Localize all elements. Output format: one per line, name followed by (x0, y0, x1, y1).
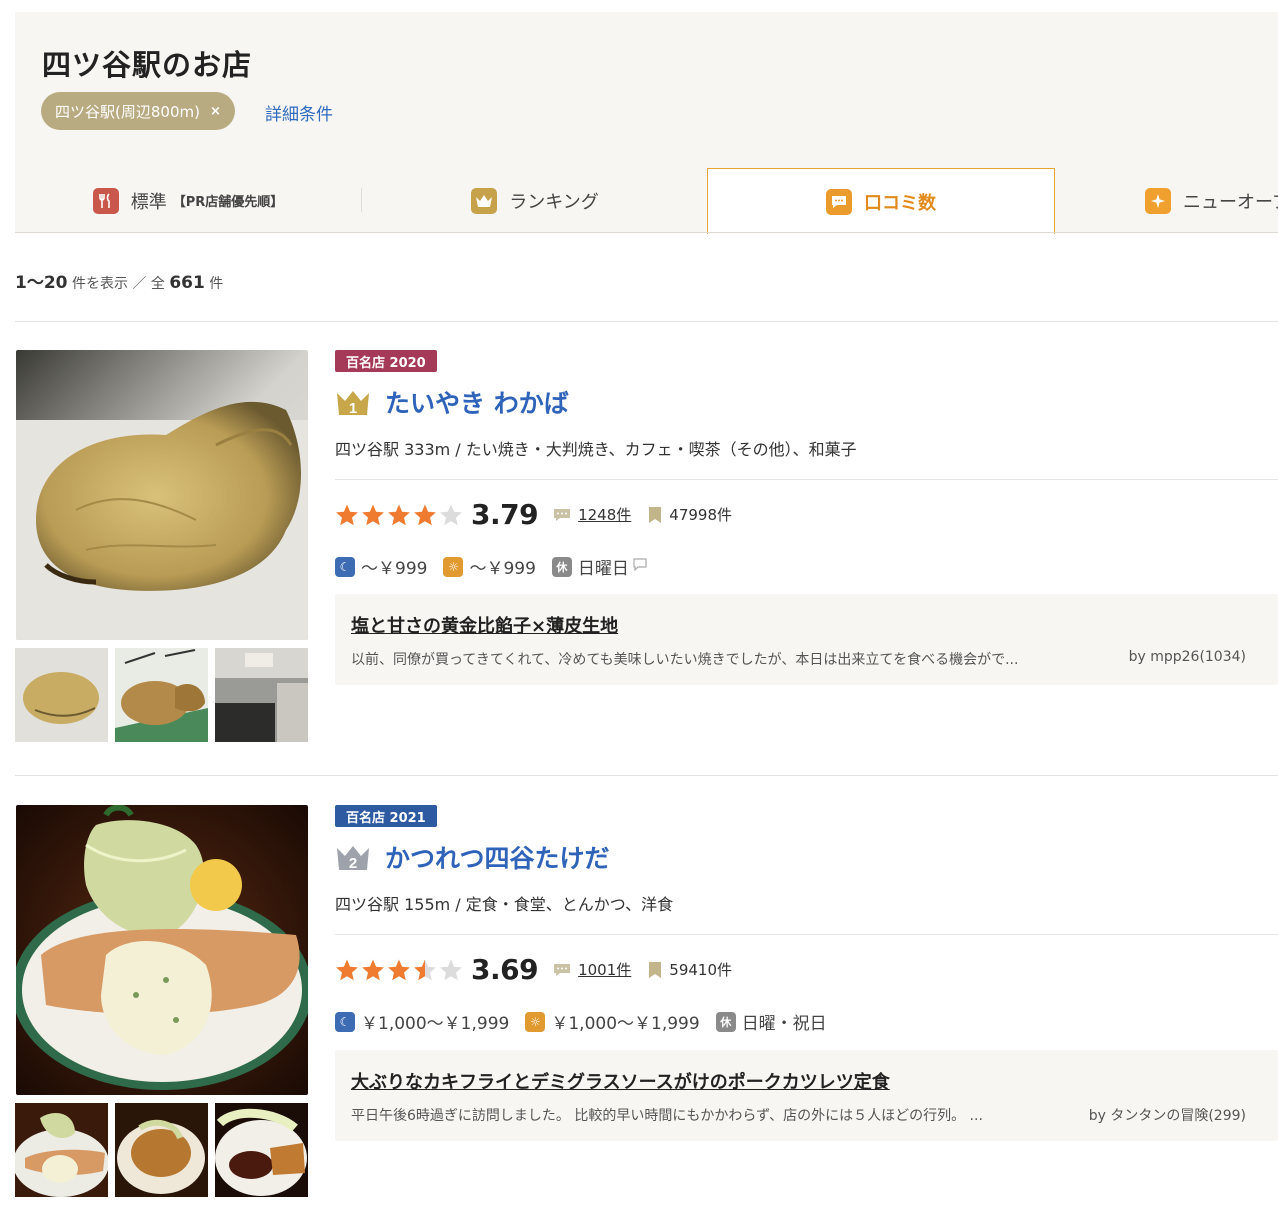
result-range: 1〜20 (15, 273, 68, 293)
result-count: 1〜20 件を表示 ／ 全 661 件 (15, 268, 223, 293)
rank-and-name: 1 たいやき わかば (335, 384, 569, 420)
restaurant-thumbnail[interactable] (215, 648, 308, 742)
star-icon (336, 504, 358, 525)
dinner-price: 〜￥999 (361, 559, 428, 579)
search-header: 四ツ谷駅のお店 四ツ谷駅(周辺800m) × 詳細条件 標準 【PR店舗優先順】… (15, 12, 1278, 234)
star-icon (362, 959, 384, 980)
review-author: by mpp26(1034) (1128, 649, 1246, 665)
store-name-link[interactable]: たいやき わかば (385, 384, 569, 420)
restaurant-main-photo[interactable] (16, 350, 308, 640)
tab-ranking[interactable]: ランキング (362, 168, 708, 233)
store-name-link[interactable]: かつれつ四谷たけだ (385, 839, 610, 875)
divider (15, 232, 1278, 233)
result-range-suffix: 件を表示 ／ 全 (71, 276, 165, 292)
tab-ranking-label: ランキング (509, 191, 599, 213)
tab-new-open[interactable]: ニューオープン (1055, 168, 1278, 233)
review-snippet-box[interactable]: 塩と甘さの黄金比餡子×薄皮生地 以前、同僚が買ってきてくれて、冷めても美味しいた… (335, 594, 1278, 685)
restaurant-thumbnail[interactable] (215, 1103, 308, 1197)
divider (15, 321, 1278, 322)
restaurant-thumbnail[interactable] (115, 648, 208, 742)
price-row: ☾ 〜￥999 ☼ 〜￥999 休 日曜日 (335, 554, 647, 579)
rank-and-name: 2 かつれつ四谷たけだ (335, 839, 610, 875)
review-snippet: 平日午後6時過ぎに訪問しました。 比較的早い時間にもかかわらず、店の外には５人ほ… (351, 1108, 983, 1124)
fork-knife-icon (92, 187, 119, 214)
rating-row: 3.69 1001件 59410件 (335, 953, 732, 986)
review-count-link[interactable]: 1248件 (578, 504, 631, 525)
rank-number: 1 (349, 400, 357, 417)
crown-icon (471, 187, 498, 214)
bookmark-icon (649, 506, 662, 523)
restaurant-listing: 百名店 2020 1 たいやき わかば 四ツ谷駅 333m / たい焼き・大判焼… (15, 350, 1278, 750)
star-icon (336, 959, 358, 980)
star-icon (388, 504, 410, 525)
area-genre: 四ツ谷駅 333m / たい焼き・大判焼き、カフェ・喫茶（その他）、和菓子 (335, 440, 857, 459)
price-row: ☾ ￥1,000〜￥1,999 ☼ ￥1,000〜￥1,999 休 日曜・祝日 (335, 1009, 827, 1034)
restaurant-thumbnail[interactable] (115, 1103, 208, 1197)
tab-new-open-label: ニューオープン (1183, 191, 1278, 213)
star-icon (440, 959, 462, 980)
sun-icon: ☼ (443, 556, 464, 577)
filter-chip-station[interactable]: 四ツ谷駅(周辺800m) × (41, 92, 235, 130)
divider (335, 934, 1278, 935)
moon-icon: ☾ (335, 556, 355, 577)
review-title[interactable]: 塩と甘さの黄金比餡子×薄皮生地 (351, 612, 618, 638)
tab-standard-label: 標準 (130, 191, 167, 213)
sparkle-icon (1145, 187, 1171, 214)
divider (335, 479, 1278, 480)
review-snippet-box[interactable]: 大ぶりなカキフライとデミグラスソースがけのポークカツレツ定食 平日午後6時過ぎに… (335, 1050, 1278, 1141)
review-snippet: 以前、同僚が買ってきてくれて、冷めても美味しいたい焼きでしたが、本日は出来立てを… (351, 652, 1019, 668)
star-icon (414, 504, 436, 525)
star-icon (440, 504, 462, 525)
restaurant-thumbnail[interactable] (15, 1103, 108, 1197)
result-total-suffix: 件 (209, 276, 224, 292)
review-author: by タンタンの冒険(299) (1088, 1108, 1246, 1124)
rank-crown-icon: 2 (337, 846, 369, 872)
area-genre: 四ツ谷駅 155m / 定食・食堂、とんかつ、洋食 (335, 895, 674, 914)
lunch-price: 〜￥999 (469, 559, 536, 579)
tab-review-count[interactable]: 口コミ数 (707, 168, 1055, 234)
tab-standard[interactable]: 標準 【PR店舗優先順】 (15, 168, 361, 233)
restaurant-thumbnail[interactable] (15, 648, 108, 742)
holiday-icon: 休 (715, 1011, 736, 1032)
star-icon (388, 959, 410, 980)
tab-review-count-label: 口コミ数 (864, 192, 936, 214)
divider (15, 775, 1278, 776)
star-icon (362, 504, 384, 525)
close-icon[interactable]: × (210, 104, 221, 119)
tab-standard-sub: 【PR店舗優先順】 (172, 195, 284, 210)
holiday-text: 日曜・祝日 (741, 1014, 827, 1034)
comment-icon (633, 558, 647, 575)
review-bubble-icon (554, 508, 571, 521)
star-icon (414, 959, 436, 980)
dinner-price: ￥1,000〜￥1,999 (361, 1014, 510, 1034)
moon-icon: ☾ (335, 1011, 355, 1032)
rank-crown-icon: 1 (337, 391, 369, 417)
review-bubble-icon (554, 963, 571, 976)
review-count-link[interactable]: 1001件 (578, 959, 631, 980)
rating-row: 3.79 1248件 47998件 (335, 498, 732, 531)
result-total: 661 (169, 273, 205, 293)
restaurant-listing: 百名店 2021 2 かつれつ四谷たけだ 四ツ谷駅 155m / 定食・食堂、と… (15, 805, 1278, 1205)
rating-stars (335, 958, 463, 982)
restaurant-main-photo[interactable] (16, 805, 308, 1095)
sun-icon: ☼ (525, 1011, 546, 1032)
holiday-text: 日曜日 (577, 559, 629, 579)
hyakumeiten-badge: 百名店 2020 (335, 350, 437, 372)
bookmark-icon (649, 961, 662, 978)
bookmark-count: 47998件 (669, 506, 732, 524)
speech-bubble-icon (826, 188, 852, 215)
rank-number: 2 (349, 855, 357, 872)
rating-score: 3.69 (471, 953, 539, 986)
bookmark-count: 59410件 (669, 961, 732, 979)
rating-score: 3.79 (471, 498, 539, 531)
filter-chip-label: 四ツ谷駅(周辺800m) (55, 102, 200, 121)
hyakumeiten-badge: 百名店 2021 (335, 805, 437, 827)
sort-tabs: 標準 【PR店舗優先順】 ランキング 口コミ数 ニューオープン (15, 168, 1278, 234)
holiday-icon: 休 (551, 556, 572, 577)
review-title[interactable]: 大ぶりなカキフライとデミグラスソースがけのポークカツレツ定食 (351, 1068, 890, 1094)
detail-conditions-link[interactable]: 詳細条件 (265, 100, 333, 125)
lunch-price: ￥1,000〜￥1,999 (551, 1014, 700, 1034)
rating-stars (335, 503, 463, 527)
page-title: 四ツ谷駅のお店 (42, 48, 253, 82)
